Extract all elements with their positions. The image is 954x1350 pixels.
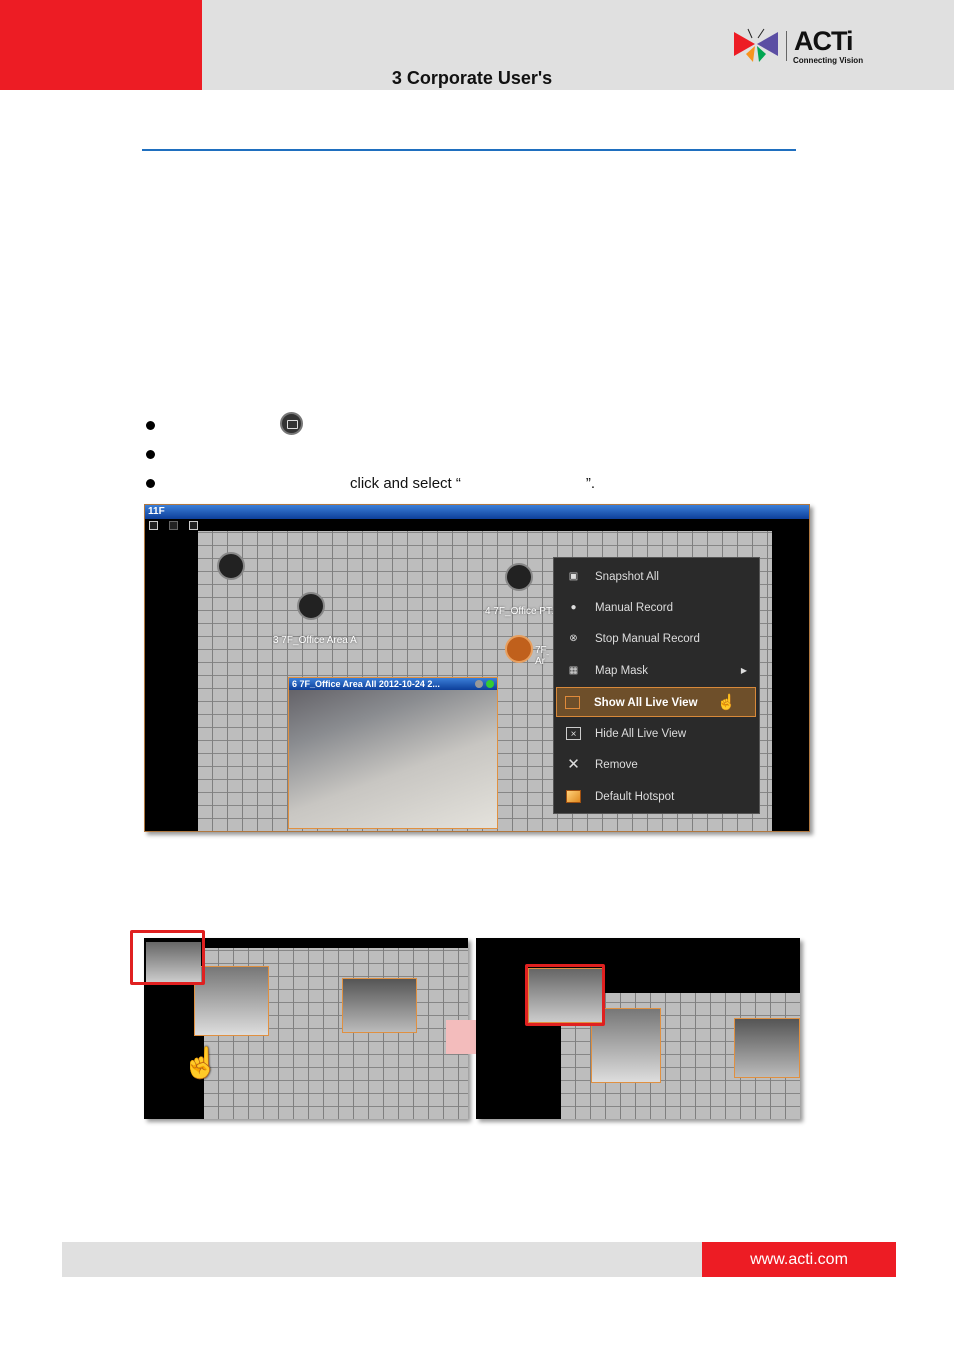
logo-word: ACTi: [794, 26, 854, 56]
menu-item-map-mask[interactable]: ▦ Map Mask ▶: [554, 656, 759, 686]
hand-cursor-icon: ☝: [182, 1047, 220, 1080]
camera-icon: ▣: [568, 571, 579, 582]
submenu-arrow-icon: ▶: [740, 666, 747, 675]
hide-live-view-icon: ×: [566, 727, 581, 740]
menu-item-hide-all-live-view[interactable]: × Hide All Live View: [554, 719, 759, 749]
zoom-in-icon[interactable]: [169, 521, 178, 530]
highlight-box: [525, 964, 605, 1026]
emap-screenshot: 11F 3 7F_Office Area A 4 7F_Office PTZ 7…: [144, 504, 810, 832]
zoom-out-icon[interactable]: [149, 521, 158, 530]
window-title: 11F: [145, 505, 809, 519]
live-view-title: 6 7F_Office Area All 2012-10-24 2...: [292, 679, 440, 689]
live-view-window: [342, 978, 417, 1033]
menu-item-remove[interactable]: ✕ Remove: [554, 750, 759, 780]
menu-item-stop-manual-record[interactable]: ⊗ Stop Manual Record: [554, 624, 759, 654]
menu-item-default-hotspot[interactable]: Default Hotspot: [554, 782, 759, 812]
record-icon: ●: [570, 602, 577, 613]
bullet: [146, 421, 155, 430]
hand-cursor-icon: ☝: [717, 694, 736, 711]
logo-divider: [786, 31, 787, 61]
bullet: [146, 479, 155, 488]
context-menu: ▣ Snapshot All ● Manual Record ⊗ Stop Manua…: [553, 557, 760, 814]
live-view-hotspot-icon[interactable]: [217, 552, 245, 580]
section-rule: [142, 149, 796, 151]
status-dot: [486, 680, 494, 688]
hotspot-label: 4 7F_Office PTZ: [485, 606, 559, 617]
hotspot-icon: [566, 790, 581, 803]
live-view-window: [194, 966, 269, 1036]
close-icon: ✕: [567, 756, 580, 773]
hotspot-label: 7F_ Ar: [535, 645, 549, 667]
stop-record-icon: ⊗: [569, 633, 578, 644]
bullet: [146, 450, 155, 459]
footer-url[interactable]: www.acti.com: [702, 1242, 896, 1277]
camera-hotspot-icon[interactable]: [297, 592, 325, 620]
show-live-view-icon: [565, 696, 580, 709]
menu-item-manual-record[interactable]: ● Manual Record: [554, 593, 759, 623]
bullet-text: click and select “ ”.: [350, 475, 596, 492]
highlight-box: [130, 930, 205, 985]
live-view-window[interactable]: 6 7F_Office Area All 2012-10-24 2...: [288, 677, 498, 829]
live-view-window: [734, 1018, 800, 1078]
hotspot-label: 3 7F_Office Area A: [273, 635, 357, 646]
camera-hotspot-icon[interactable]: [505, 635, 533, 663]
fit-icon[interactable]: [189, 521, 198, 530]
live-view-hotspot-icon: [280, 412, 303, 435]
butterfly-logo-icon: [734, 28, 778, 62]
logo-tagline: Connecting Vision: [793, 56, 864, 65]
chapter-title: 3 Corporate User's: [391, 68, 553, 88]
menu-item-show-all-live-view[interactable]: Show All Live View ☝: [556, 687, 756, 717]
menu-item-snapshot-all[interactable]: ▣ Snapshot All: [554, 562, 759, 592]
acti-logo: ACTi Connecting Vision: [734, 26, 869, 68]
status-dot: [475, 680, 483, 688]
map-mask-icon: ▦: [568, 665, 579, 676]
ptz-hotspot-icon[interactable]: [505, 563, 533, 591]
